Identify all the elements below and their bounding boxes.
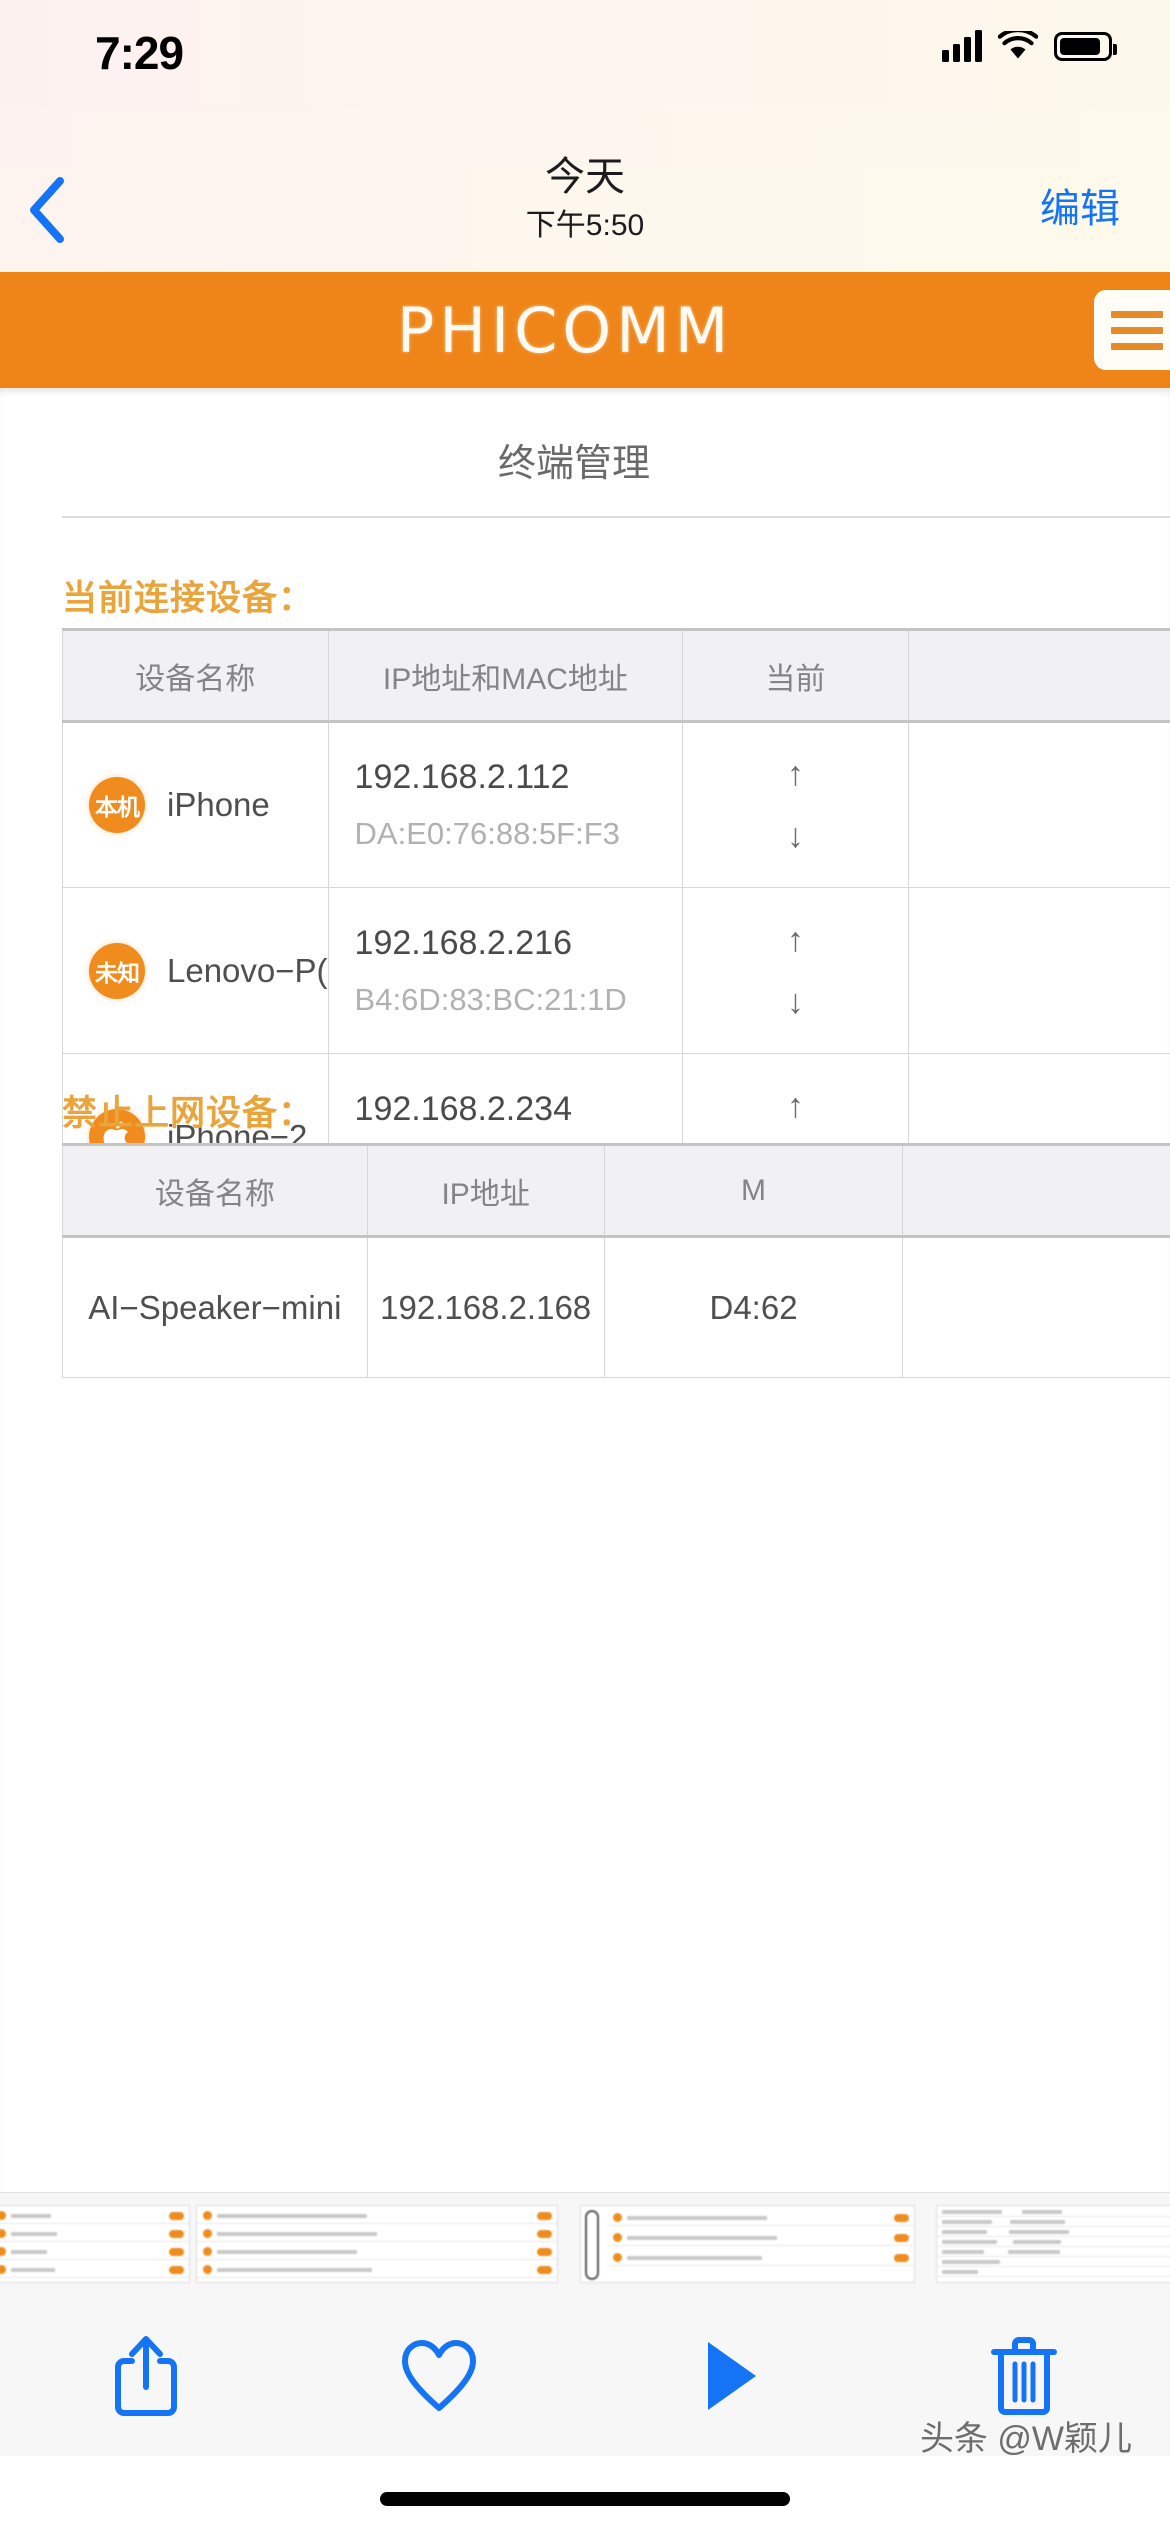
filmstrip-thumbnail[interactable] — [196, 2205, 558, 2283]
col-mac: M — [603, 1143, 904, 1238]
section-page-title: 终端管理 — [497, 443, 650, 485]
col-overflow — [902, 1143, 1170, 1238]
upload-arrow-icon: ↑ — [786, 920, 804, 959]
table-body: AI−Speaker−mini 192.168.2.168 D4:62 — [62, 1236, 1170, 1378]
col-ip: IP地址 — [366, 1143, 605, 1238]
edit-button[interactable]: 编辑 — [1040, 176, 1120, 234]
page-subtitle: 下午5:50 — [525, 209, 645, 242]
cell-overflow — [902, 1236, 1170, 1378]
page-title: 今天 — [545, 155, 625, 199]
trash-icon — [990, 2337, 1057, 2415]
photo-filmstrip[interactable] — [0, 2192, 1170, 2296]
download-arrow-icon: ↓ — [786, 817, 804, 855]
table-row[interactable]: 未知 Lenovo−P( 192.168.2.216 B4:6D:83:BC:2… — [62, 887, 1170, 1054]
cell-address: 192.168.2.216 B4:6D:83:BC:21:1D — [327, 887, 684, 1054]
badge-local-device-icon: 本机 — [89, 777, 145, 833]
ip-address: 192.168.2.168 — [366, 1236, 605, 1378]
table-header-row: 设备名称 IP地址 M — [62, 1143, 1170, 1238]
watermark: 头条 @W颖儿 — [919, 2420, 1132, 2458]
share-button[interactable] — [91, 2321, 201, 2431]
upload-arrow-icon: ↑ — [786, 755, 804, 793]
mac-address: DA:E0:76:88:5F:F3 — [354, 816, 620, 851]
download-arrow-icon: ↓ — [786, 982, 804, 1021]
cell-overflow — [907, 721, 1170, 888]
badge-unknown-device-icon: 未知 — [89, 942, 145, 999]
cell-traffic: ↑ ↓ — [682, 887, 909, 1054]
col-ip-mac: IP地址和MAC地址 — [327, 628, 684, 723]
upload-arrow-icon: ↑ — [786, 1086, 804, 1125]
status-icons — [942, 28, 1117, 62]
device-name: iPhone — [167, 786, 270, 823]
cell-address: 192.168.2.112 DA:E0:76:88:5F:F3 — [327, 721, 684, 888]
cell-traffic: ↑ ↓ — [682, 721, 909, 888]
home-indicator[interactable] — [380, 2492, 790, 2506]
favorite-button[interactable] — [384, 2321, 494, 2431]
filmstrip-thumbnail-selected[interactable] — [580, 2205, 915, 2283]
cellular-signal-icon — [942, 30, 982, 62]
device-name: Lenovo−P( — [167, 951, 328, 989]
status-bar: 7:29 — [0, 0, 1170, 108]
play-button[interactable] — [676, 2321, 786, 2431]
filmstrip-thumbnail[interactable] — [0, 2205, 190, 2283]
col-current: 当前 — [682, 628, 909, 723]
section-label-connected: 当前连接设备： — [62, 579, 315, 618]
share-icon — [115, 2336, 178, 2416]
table-row[interactable]: 本机 iPhone 192.168.2.112 DA:E0:76:88:5F:F… — [62, 721, 1170, 888]
mac-address: D4:62 — [603, 1236, 904, 1378]
col-device-name: 设备名称 — [62, 1143, 368, 1238]
badge-text: 本机 — [95, 795, 140, 821]
ip-address: 192.168.2.216 — [354, 923, 572, 962]
battery-icon — [1054, 31, 1117, 61]
site-header: PHICOMM — [0, 272, 1170, 388]
status-time: 7:29 — [95, 27, 184, 79]
wifi-icon — [997, 28, 1039, 61]
ip-address: 192.168.2.112 — [354, 758, 570, 796]
device-name: AI−Speaker−mini — [62, 1236, 368, 1378]
blocked-devices-table: 设备名称 IP地址 M AI−Speaker−mini 192.168.2.16… — [62, 1143, 1170, 1378]
phone-screen: 7:29 今天 下午5:50 编辑 PHICOMM 终端管理 当前连接设备： 设… — [0, 0, 1170, 2532]
cell-overflow — [907, 887, 1170, 1054]
photo-content: PHICOMM 终端管理 当前连接设备： 设备名称 IP地址和MAC地址 当前 — [0, 272, 1170, 2192]
table-header: 设备名称 IP地址 M — [62, 1143, 1170, 1238]
play-icon — [708, 2342, 757, 2410]
cell-device-name: 本机 iPhone — [62, 721, 329, 888]
hamburger-menu-icon[interactable] — [1094, 290, 1170, 370]
phicomm-logo: PHICOMM — [396, 293, 734, 367]
filmstrip-thumbnail[interactable] — [936, 2205, 1170, 2283]
table-header: 设备名称 IP地址和MAC地址 当前 — [62, 628, 1170, 723]
col-overflow — [907, 628, 1170, 723]
cell-device-name: 未知 Lenovo−P( — [62, 887, 329, 1054]
ip-address: 192.168.2.234 — [354, 1089, 572, 1128]
nav-title-block: 今天 下午5:50 — [0, 150, 1170, 248]
heart-icon — [401, 2340, 476, 2411]
table-header-row: 设备名称 IP地址和MAC地址 当前 — [62, 628, 1170, 723]
col-device-name: 设备名称 — [62, 628, 329, 723]
section-label-blocked: 禁止上网设备： — [62, 1094, 315, 1133]
table-row[interactable]: AI−Speaker−mini 192.168.2.168 D4:62 — [62, 1236, 1170, 1378]
divider — [62, 516, 1170, 518]
page-body: 终端管理 当前连接设备： 设备名称 IP地址和MAC地址 当前 本机 iPhon… — [0, 388, 1170, 2192]
mac-address: B4:6D:83:BC:21:1D — [354, 981, 627, 1017]
badge-text: 未知 — [95, 960, 140, 987]
